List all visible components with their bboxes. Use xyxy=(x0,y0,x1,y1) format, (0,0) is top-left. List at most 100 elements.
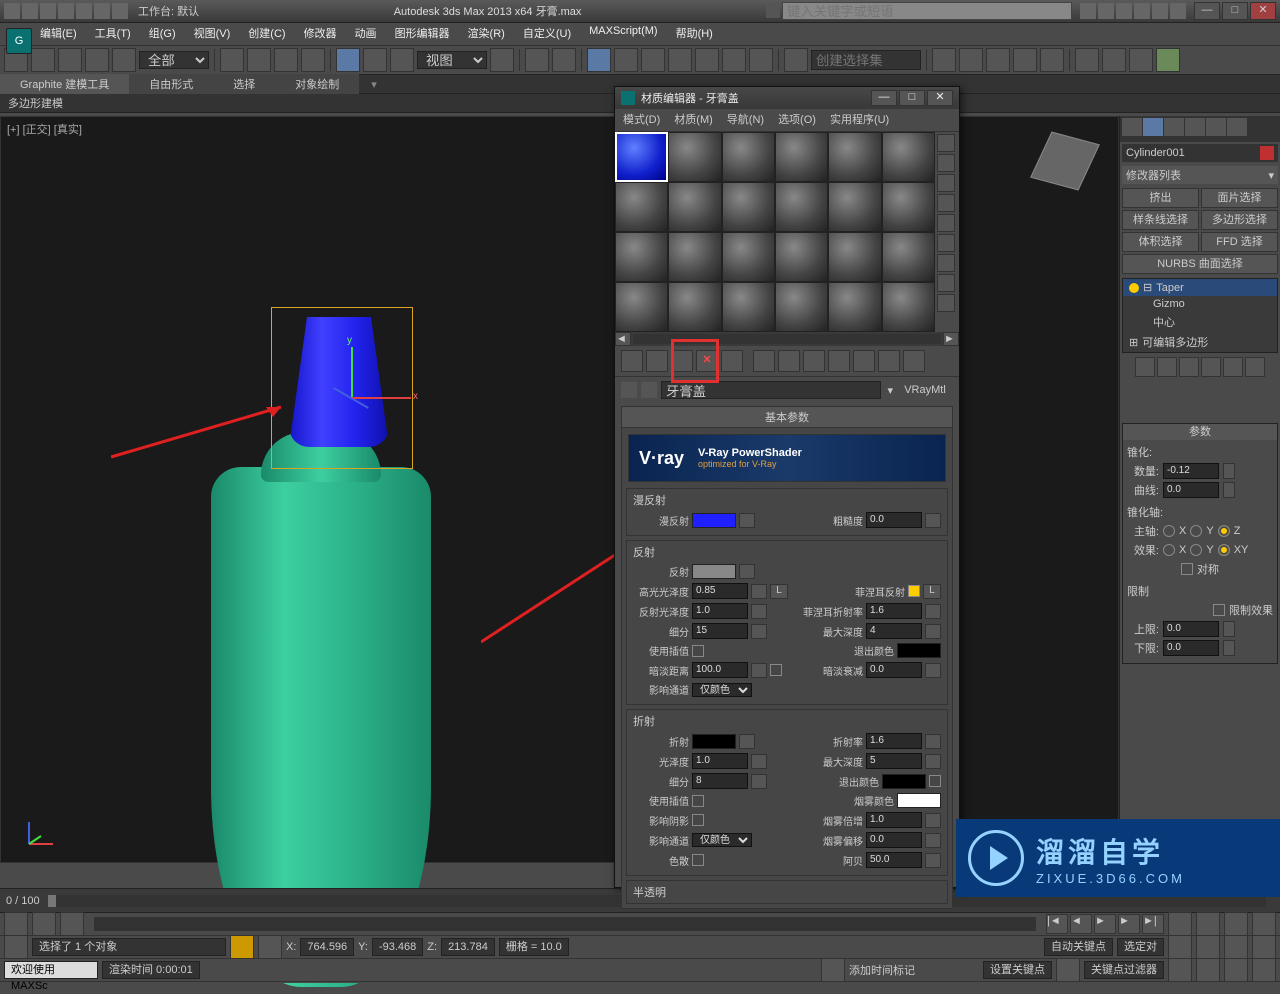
quick-access[interactable] xyxy=(4,3,128,19)
menu-maxscript[interactable]: MAXScript(M) xyxy=(589,25,657,43)
video-check-icon[interactable] xyxy=(937,214,955,232)
make-unique-icon[interactable] xyxy=(753,350,775,372)
search-icon[interactable] xyxy=(766,4,780,18)
help-search-input[interactable] xyxy=(782,2,1072,20)
sample-slot[interactable] xyxy=(668,182,721,232)
bind-button[interactable] xyxy=(112,48,136,72)
manip-button[interactable] xyxy=(525,48,549,72)
make-copy-icon[interactable] xyxy=(721,350,743,372)
menu-tools[interactable]: 工具(T) xyxy=(95,25,131,43)
curve-editor-button[interactable] xyxy=(1013,48,1037,72)
sample-slot[interactable] xyxy=(722,282,775,332)
sample-slot[interactable] xyxy=(828,132,881,182)
align-button[interactable] xyxy=(959,48,983,72)
timeline-config-icon[interactable] xyxy=(4,912,28,936)
keymode-button[interactable] xyxy=(552,48,576,72)
move-button[interactable] xyxy=(336,48,360,72)
diffuse-color-swatch[interactable] xyxy=(692,513,736,528)
render-setup-button[interactable] xyxy=(1102,48,1126,72)
tab-graphite[interactable]: Graphite 建模工具 xyxy=(0,74,129,94)
sample-slot[interactable] xyxy=(828,282,881,332)
menu-group[interactable]: 组(G) xyxy=(149,25,176,43)
title-utils[interactable] xyxy=(1080,3,1186,19)
pivot-button[interactable] xyxy=(490,48,514,72)
material-editor-titlebar[interactable]: 材质编辑器 - 牙膏盖 —□✕ xyxy=(615,87,959,109)
mat-menu-material[interactable]: 材质(M) xyxy=(674,111,713,129)
effect-xy-radio[interactable] xyxy=(1218,544,1230,556)
tab-selection[interactable]: 选择 xyxy=(213,74,275,94)
menu-custom[interactable]: 自定义(U) xyxy=(523,25,571,43)
btn-ffd-sel[interactable]: FFD 选择 xyxy=(1201,232,1278,252)
layer-button[interactable] xyxy=(986,48,1010,72)
make-preview-icon[interactable] xyxy=(937,234,955,252)
mat-id-icon[interactable] xyxy=(803,350,825,372)
select-by-mat-icon[interactable] xyxy=(937,274,955,292)
sample-slot[interactable] xyxy=(722,232,775,282)
ribbon-expand-icon[interactable]: ▾ xyxy=(371,78,377,91)
viewcube[interactable] xyxy=(1030,126,1100,196)
symmetry-checkbox[interactable] xyxy=(1181,563,1193,575)
ref-coord-dropdown[interactable]: 视图 xyxy=(417,51,487,69)
go-sibling-icon[interactable] xyxy=(903,350,925,372)
mat-menu-util[interactable]: 实用程序(U) xyxy=(830,111,889,129)
go-parent-icon[interactable] xyxy=(878,350,900,372)
menu-edit[interactable]: 编辑(E) xyxy=(40,25,77,43)
select-button[interactable] xyxy=(220,48,244,72)
axis-y-radio[interactable] xyxy=(1190,525,1202,537)
spinner-snap[interactable] xyxy=(668,48,692,72)
sample-slot-1[interactable] xyxy=(615,132,668,182)
object-name-field[interactable]: Cylinder001 xyxy=(1122,144,1278,162)
script-listener-icon[interactable] xyxy=(4,935,28,959)
select-name-button[interactable] xyxy=(247,48,271,72)
sample-slot[interactable] xyxy=(668,132,721,182)
uv-tile-icon[interactable] xyxy=(937,194,955,212)
material-editor-button[interactable] xyxy=(1075,48,1099,72)
axis-z-radio[interactable] xyxy=(1218,525,1230,537)
mat-menu-mode[interactable]: 模式(D) xyxy=(623,111,660,129)
sample-slot[interactable] xyxy=(882,232,935,282)
options-icon[interactable] xyxy=(937,254,955,272)
z-coord[interactable]: 213.784 xyxy=(441,938,495,956)
angle-snap[interactable] xyxy=(614,48,638,72)
btn-poly-sel[interactable]: 多边形选择 xyxy=(1201,210,1278,230)
menu-help[interactable]: 帮助(H) xyxy=(676,25,713,43)
stack-tools[interactable] xyxy=(1120,355,1280,381)
put-to-scene-icon[interactable] xyxy=(646,350,668,372)
dropper-icon[interactable] xyxy=(641,382,657,398)
mat-max-button[interactable]: □ xyxy=(899,90,925,106)
menu-anim[interactable]: 动画 xyxy=(355,25,377,43)
axis-x-radio[interactable] xyxy=(1163,525,1175,537)
rotate-button[interactable] xyxy=(363,48,387,72)
tab-paint[interactable]: 对象绘制 xyxy=(275,74,359,94)
named-sel-input[interactable] xyxy=(811,50,921,70)
object-color-swatch[interactable] xyxy=(1260,146,1274,160)
menu-graph[interactable]: 图形编辑器 xyxy=(395,25,450,43)
backlight-icon[interactable] xyxy=(937,154,955,172)
effect-x-radio[interactable] xyxy=(1163,544,1175,556)
modifier-list-dropdown[interactable]: 修改器列表▾ xyxy=(1122,166,1278,184)
tab-freeform[interactable]: 自由形式 xyxy=(129,74,213,94)
upper-spinner[interactable]: 0.0 xyxy=(1163,621,1219,637)
sample-slot[interactable] xyxy=(828,182,881,232)
keyfilter-button[interactable]: 关键点过滤器 xyxy=(1084,961,1164,979)
show-in-vp-icon[interactable] xyxy=(828,350,850,372)
sample-slot[interactable] xyxy=(828,232,881,282)
sample-slot[interactable] xyxy=(722,182,775,232)
scale-button[interactable] xyxy=(390,48,414,72)
sample-slot[interactable] xyxy=(882,132,935,182)
unlink-button[interactable] xyxy=(85,48,109,72)
show-end-result-icon[interactable] xyxy=(853,350,875,372)
roughness-spinner[interactable]: 0.0 xyxy=(866,512,922,528)
btn-face-sel[interactable]: 面片选择 xyxy=(1201,188,1278,208)
autokey-button[interactable]: 自动关键点 xyxy=(1044,938,1113,956)
schematic-button[interactable] xyxy=(1040,48,1064,72)
selection-filter[interactable]: 全部 xyxy=(139,51,209,69)
btn-extrude[interactable]: 挤出 xyxy=(1122,188,1199,208)
reflect-color-swatch[interactable] xyxy=(692,564,736,579)
link-button[interactable] xyxy=(58,48,82,72)
mat-close-button[interactable]: ✕ xyxy=(927,90,953,106)
snap-a[interactable] xyxy=(695,48,719,72)
sample-slot[interactable] xyxy=(775,232,828,282)
btn-nurbs[interactable]: NURBS 曲面选择 xyxy=(1122,254,1278,274)
percent-snap[interactable] xyxy=(641,48,665,72)
